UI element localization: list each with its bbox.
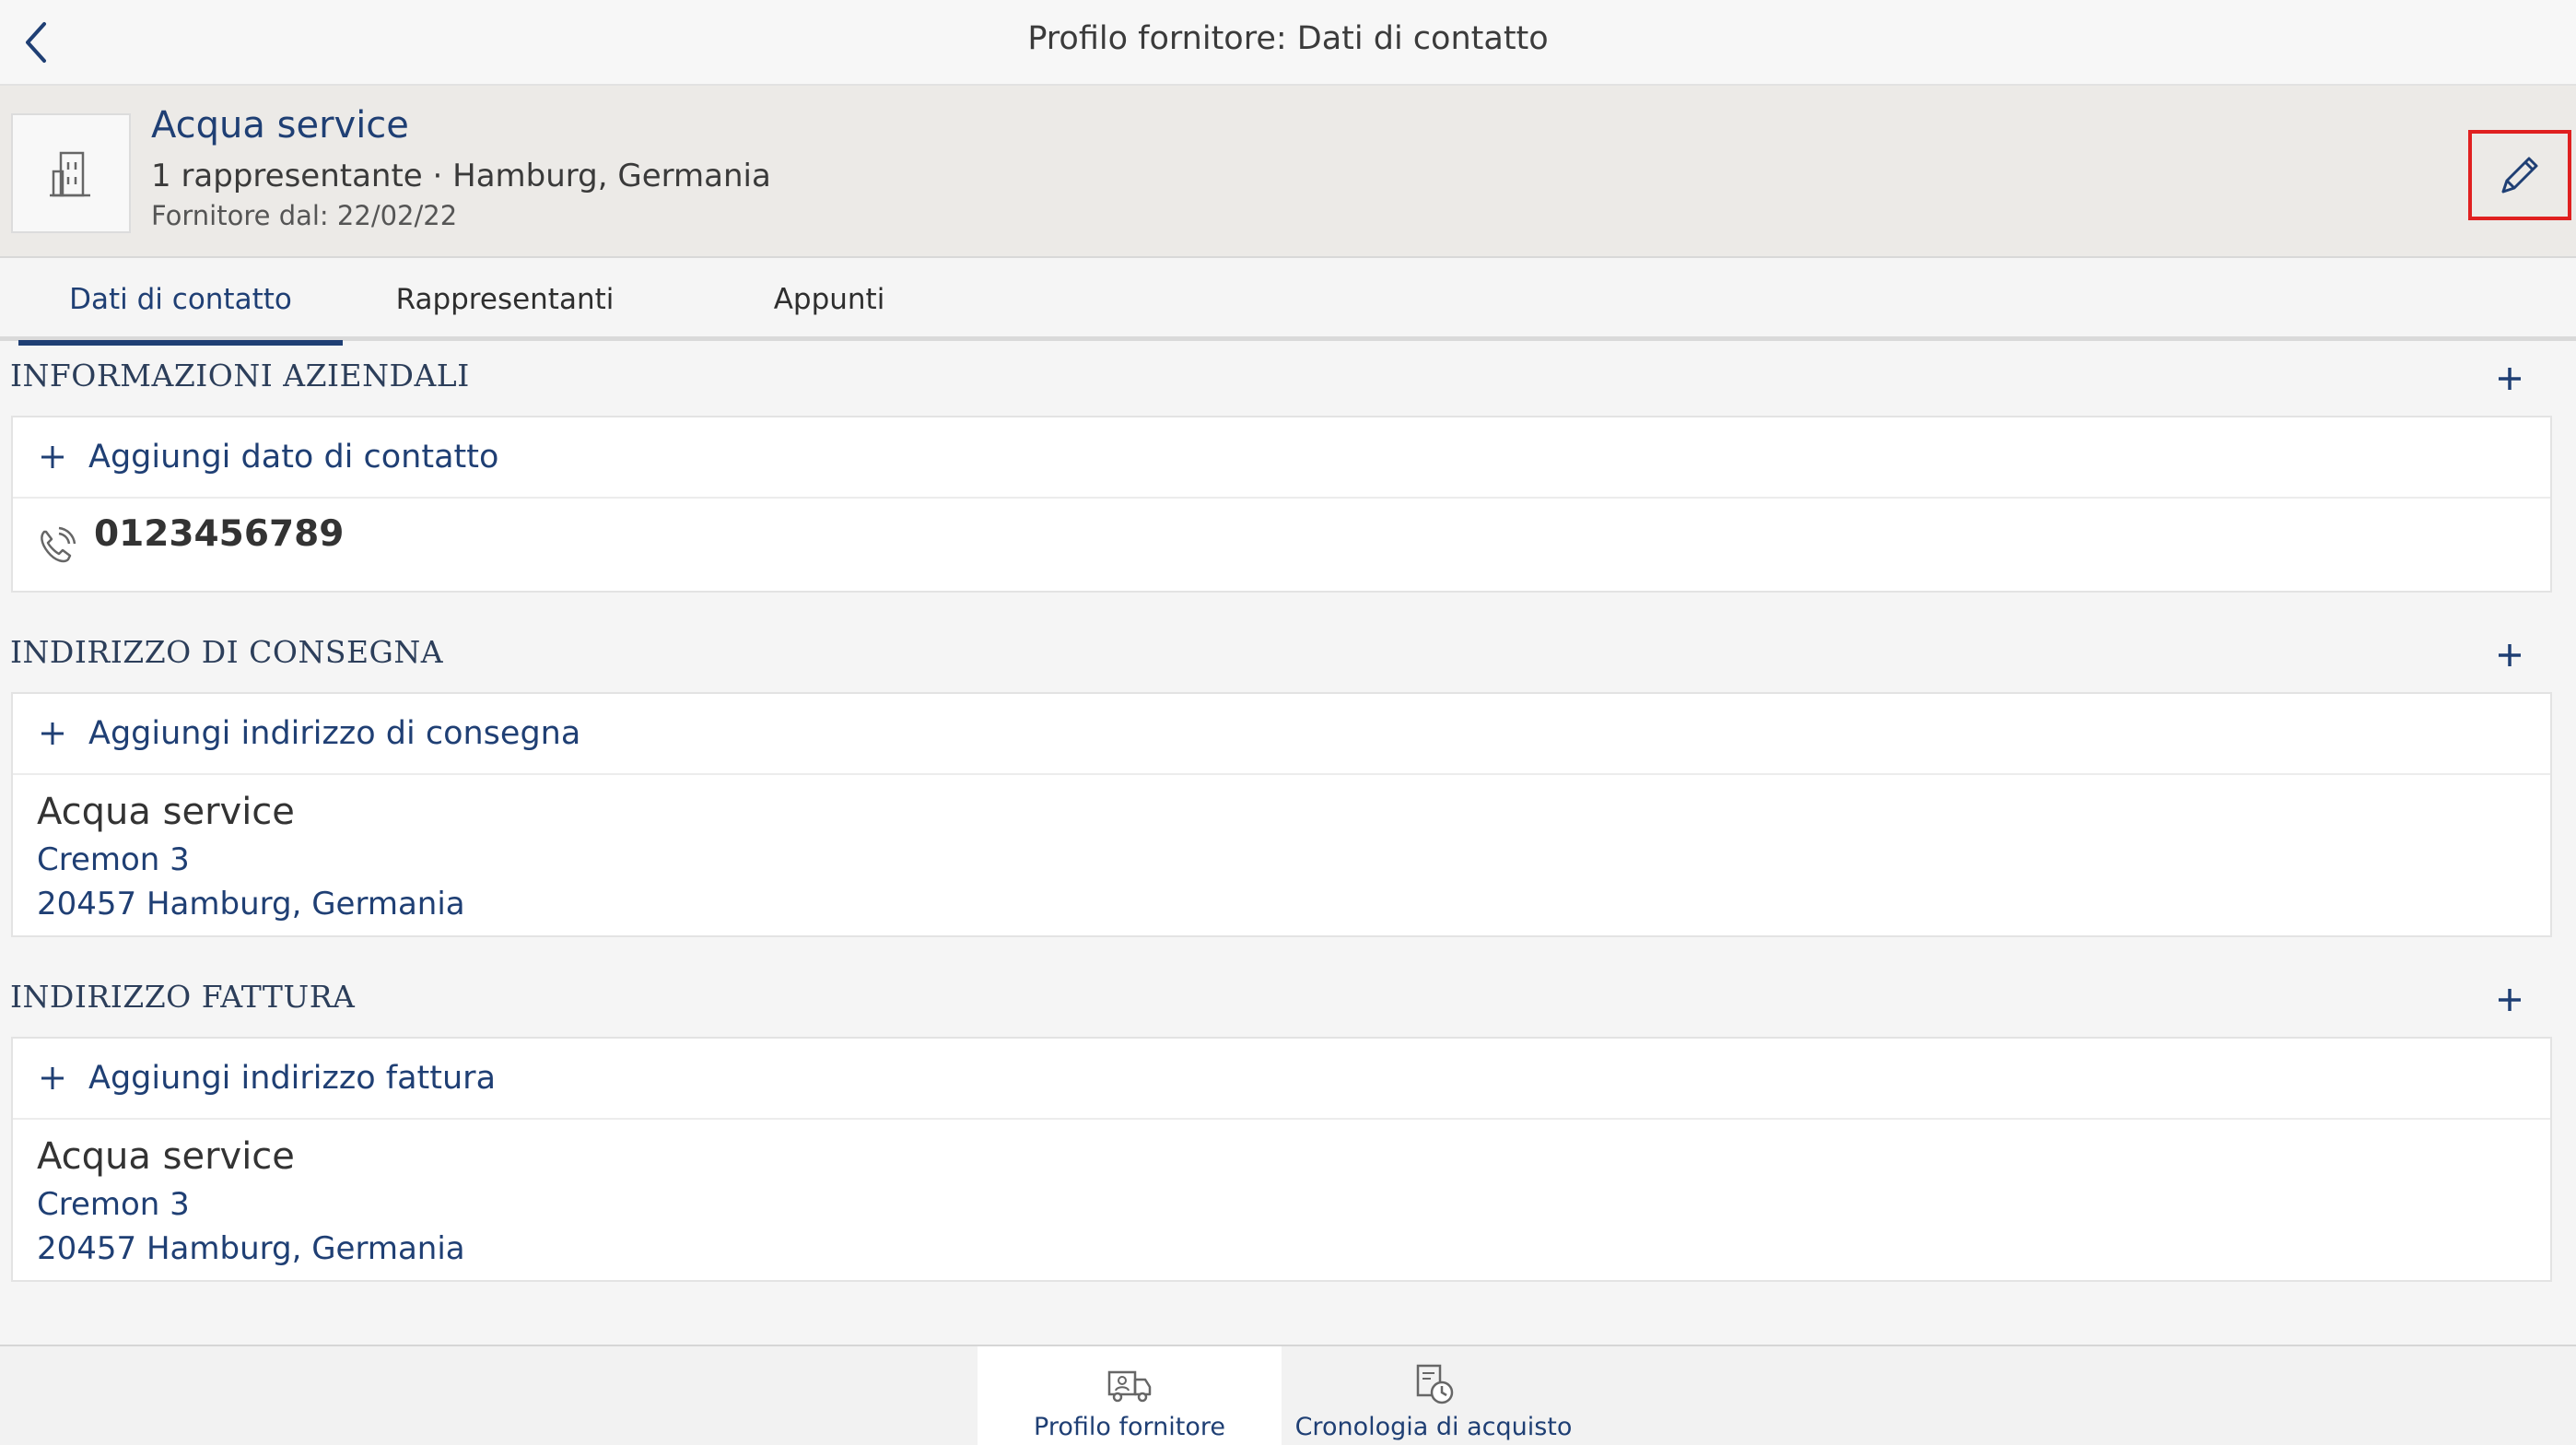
page-title: Profilo fornitore: Dati di contatto xyxy=(1027,20,1549,57)
navigation-bar: Profilo fornitore: Dati di contatto xyxy=(0,0,2576,86)
add-company-button[interactable] xyxy=(2493,362,2526,395)
delivery-card: Aggiungi indirizzo di consegna Acqua ser… xyxy=(11,692,2552,937)
tab-appunti[interactable]: Appunti xyxy=(667,258,991,341)
plus-icon xyxy=(2499,368,2521,390)
add-invoice-button[interactable] xyxy=(2493,983,2526,1016)
pencil-icon xyxy=(2501,157,2538,194)
bottom-tab-label: Profilo fornitore xyxy=(1034,1413,1225,1441)
supplier-header: Acqua service 1 rappresentante · Hamburg… xyxy=(0,86,2576,258)
invoice-address-city: 20457 Hamburg, Germania xyxy=(37,1230,465,1267)
invoice-card: Aggiungi indirizzo fattura Acqua service… xyxy=(11,1037,2552,1282)
add-contact-label: Aggiungi dato di contatto xyxy=(88,439,499,476)
section-title-invoice: INDIRIZZO FATTURA xyxy=(10,979,356,1015)
add-invoice-label: Aggiungi indirizzo fattura xyxy=(88,1060,497,1097)
add-delivery-row[interactable]: Aggiungi indirizzo di consegna xyxy=(13,694,2550,775)
bottom-tab-purchase-history[interactable]: Cronologia di acquisto xyxy=(1282,1346,1586,1445)
building-icon xyxy=(50,151,90,197)
add-delivery-button[interactable] xyxy=(2493,639,2526,672)
bottom-tab-bar: Profilo fornitore Cronologia di acquisto xyxy=(0,1345,2576,1445)
plus-icon xyxy=(2499,644,2521,666)
plus-icon xyxy=(2499,989,2521,1011)
delivery-address-city: 20457 Hamburg, Germania xyxy=(37,886,465,922)
add-delivery-label: Aggiungi indirizzo di consegna xyxy=(88,715,581,752)
tab-rappresentanti[interactable]: Rappresentanti xyxy=(343,258,667,341)
invoice-address-name: Acqua service xyxy=(37,1135,295,1178)
plus-icon xyxy=(41,1067,64,1089)
supplier-name: Acqua service xyxy=(151,104,409,147)
phone-number: 0123456789 xyxy=(94,513,345,555)
plus-icon xyxy=(41,722,64,745)
bottom-tab-label: Cronologia di acquisto xyxy=(1294,1413,1573,1441)
edit-button[interactable] xyxy=(2468,130,2571,220)
section-title-company: INFORMAZIONI AZIENDALI xyxy=(10,358,470,394)
phone-icon xyxy=(41,526,76,563)
plus-icon xyxy=(41,446,64,468)
delivery-address-street: Cremon 3 xyxy=(37,841,190,878)
tab-dati-di-contatto[interactable]: Dati di contatto xyxy=(18,258,343,346)
phone-row[interactable]: 0123456789 xyxy=(13,500,2550,593)
add-contact-row[interactable]: Aggiungi dato di contatto xyxy=(13,417,2550,499)
supplier-since: Fornitore dal: 22/02/22 xyxy=(151,200,458,231)
add-invoice-row[interactable]: Aggiungi indirizzo fattura xyxy=(13,1039,2550,1120)
invoice-address-street: Cremon 3 xyxy=(37,1186,190,1223)
supplier-avatar xyxy=(11,113,131,233)
supplier-truck-icon xyxy=(1107,1370,1152,1403)
purchase-history-icon xyxy=(1416,1364,1454,1404)
supplier-subtitle: 1 rappresentante · Hamburg, Germania xyxy=(151,158,771,194)
section-title-delivery: INDIRIZZO DI CONSEGNA xyxy=(10,634,444,670)
tab-bar: Dati di contatto Rappresentanti Appunti xyxy=(0,258,2576,346)
delivery-address-name: Acqua service xyxy=(37,791,295,833)
company-card: Aggiungi dato di contatto 0123456789 xyxy=(11,416,2552,593)
bottom-tab-supplier-profile[interactable]: Profilo fornitore xyxy=(978,1346,1282,1445)
